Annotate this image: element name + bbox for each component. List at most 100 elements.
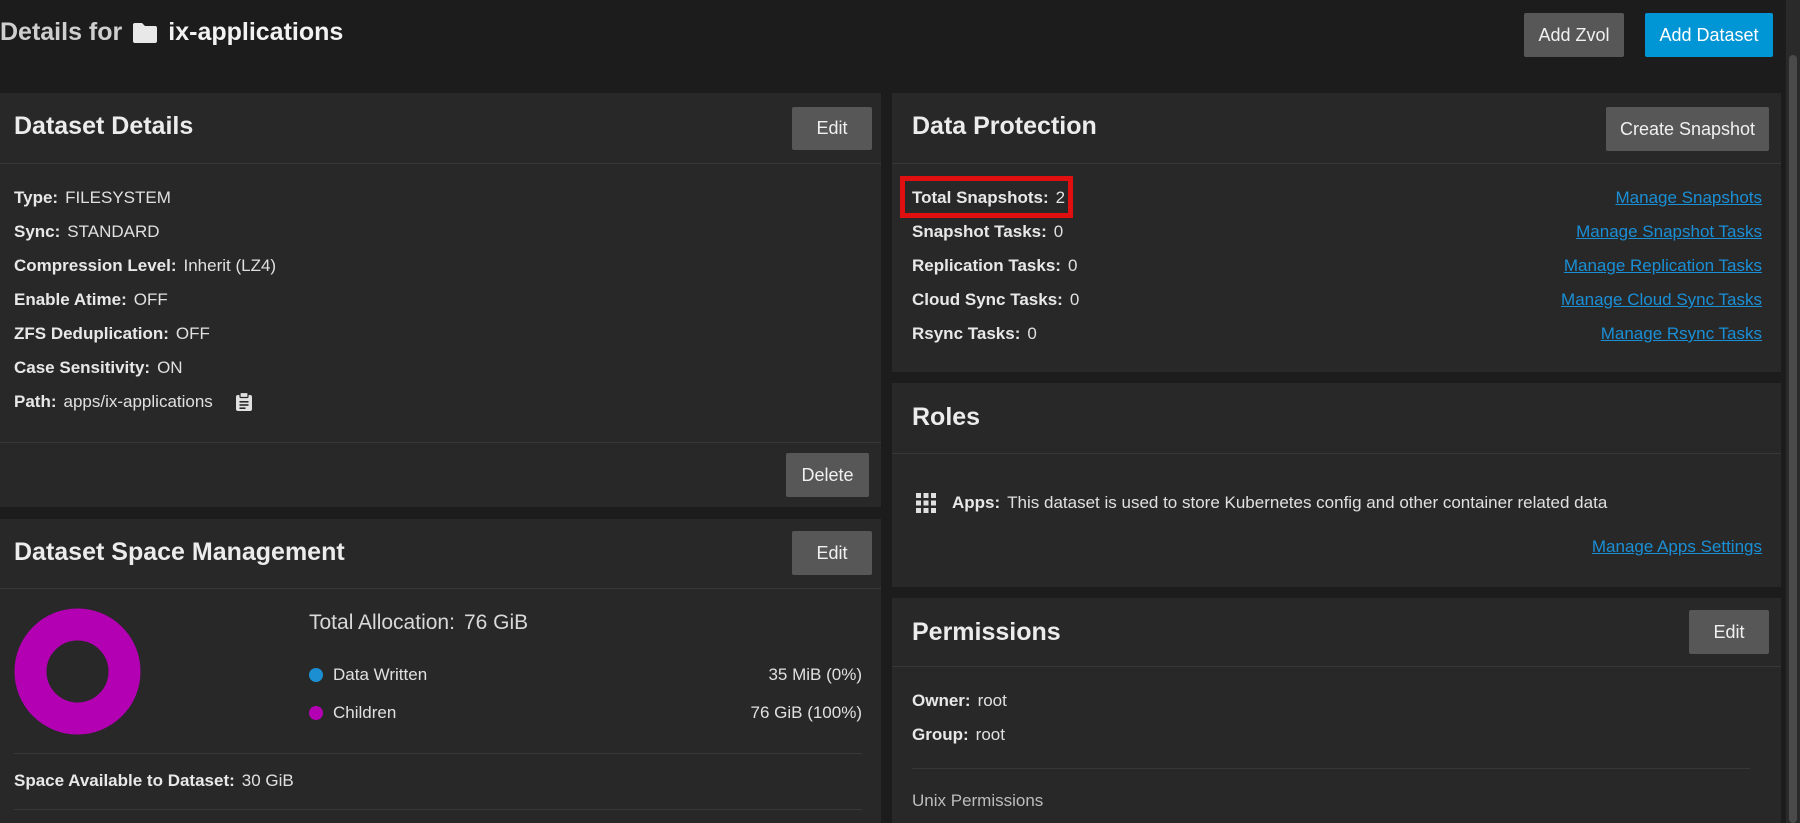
space-available-label: Space Available to Dataset:	[14, 771, 235, 790]
detail-value: FILESYSTEM	[65, 188, 171, 207]
divider	[912, 768, 1750, 769]
legend-item-data-written: Data Written	[309, 665, 427, 685]
divider	[14, 809, 862, 810]
group-label: Group:	[912, 725, 969, 744]
group-row: Group: root	[912, 725, 1005, 745]
manage-cloud-sync-tasks-link[interactable]: Manage Cloud Sync Tasks	[1561, 290, 1762, 310]
detail-value: OFF	[175, 324, 210, 343]
detail-label: Case Sensitivity:	[14, 358, 151, 377]
detail-label: Sync:	[14, 222, 61, 241]
detail-row-path: Path: apps/ix-applications	[14, 392, 253, 412]
protection-row-cloud-sync: Cloud Sync Tasks: 0	[912, 290, 1079, 310]
detail-label: Enable Atime:	[14, 290, 127, 309]
legend-dot	[309, 706, 323, 720]
detail-value: STANDARD	[67, 222, 160, 241]
card-title: Dataset Details	[14, 112, 194, 140]
clipboard-icon[interactable]	[235, 392, 253, 412]
detail-value: apps/ix-applications	[63, 392, 213, 411]
protection-value: 0	[1067, 256, 1078, 275]
detail-row-compression: Compression Level: Inherit (LZ4)	[14, 256, 276, 276]
donut-ring	[14, 608, 141, 735]
protection-value: 2	[1055, 188, 1066, 207]
page-title: Details for ix-applications	[0, 18, 343, 47]
detail-value: ON	[157, 358, 183, 377]
detail-row-sync: Sync: STANDARD	[14, 222, 160, 242]
card-title: Permissions	[912, 618, 1061, 646]
manage-snapshots-link[interactable]: Manage Snapshots	[1616, 188, 1763, 208]
detail-row-type: Type: FILESYSTEM	[14, 188, 171, 208]
detail-label: Path:	[14, 392, 57, 411]
permissions-card: Permissions Edit Owner: root Group: root…	[892, 598, 1781, 823]
protection-row-snapshot-tasks: Snapshot Tasks: 0	[912, 222, 1063, 242]
scrollbar-thumb[interactable]	[1789, 55, 1797, 823]
group-value: root	[975, 725, 1005, 744]
data-protection-card: Data Protection Create Snapshot Total Sn…	[892, 93, 1781, 372]
detail-value: Inherit (LZ4)	[183, 256, 277, 275]
total-allocation-value: 76 GiB	[463, 611, 529, 634]
roles-card: Roles Apps: This dataset is used to stor…	[892, 383, 1781, 587]
protection-row-replication: Replication Tasks: 0	[912, 256, 1077, 276]
protection-row-rsync: Rsync Tasks: 0	[912, 324, 1037, 344]
protection-label: Rsync Tasks:	[912, 324, 1021, 343]
protection-label: Cloud Sync Tasks:	[912, 290, 1063, 309]
apps-role-label: Apps:	[952, 493, 1001, 512]
total-allocation: Total Allocation: 76 GiB	[309, 611, 528, 635]
add-dataset-button[interactable]: Add Dataset	[1645, 13, 1773, 57]
edit-space-button[interactable]: Edit	[792, 531, 872, 575]
total-allocation-label: Total Allocation:	[309, 611, 455, 634]
create-snapshot-button[interactable]: Create Snapshot	[1606, 107, 1769, 151]
protection-value: 0	[1053, 222, 1064, 241]
protection-label: Snapshot Tasks:	[912, 222, 1047, 241]
manage-rsync-tasks-link[interactable]: Manage Rsync Tasks	[1601, 324, 1762, 344]
divider	[0, 163, 881, 164]
legend-value: 76 GiB (100%)	[750, 703, 863, 722]
add-zvol-button[interactable]: Add Zvol	[1524, 13, 1624, 57]
protection-value: 0	[1027, 324, 1037, 343]
space-management-card: Dataset Space Management Edit Total Allo…	[0, 519, 881, 823]
apps-grid-icon	[916, 493, 936, 513]
manage-replication-tasks-link[interactable]: Manage Replication Tasks	[1564, 256, 1762, 276]
legend-label: Data Written	[333, 665, 428, 684]
detail-value: OFF	[133, 290, 168, 309]
detail-label: Type:	[14, 188, 59, 207]
dataset-name: ix-applications	[168, 18, 344, 46]
divider	[14, 753, 862, 754]
divider	[892, 453, 1781, 454]
owner-label: Owner:	[912, 691, 971, 710]
card-title: Dataset Space Management	[14, 538, 345, 566]
owner-value: root	[977, 691, 1007, 710]
protection-label: Replication Tasks:	[912, 256, 1061, 275]
owner-row: Owner: root	[912, 691, 1007, 711]
divider	[0, 442, 881, 443]
manage-apps-settings-link[interactable]: Manage Apps Settings	[1592, 537, 1762, 557]
divider	[0, 588, 881, 589]
space-available: Space Available to Dataset: 30 GiB	[14, 771, 294, 791]
legend-dot	[309, 668, 323, 682]
detail-label: Compression Level:	[14, 256, 177, 275]
delete-button[interactable]: Delete	[786, 453, 869, 497]
edit-permissions-button[interactable]: Edit	[1689, 610, 1769, 654]
divider	[892, 666, 1781, 667]
legend-item-children: Children	[309, 703, 396, 723]
detail-row-case: Case Sensitivity: ON	[14, 358, 183, 378]
detail-label: ZFS Deduplication:	[14, 324, 169, 343]
detail-row-atime: Enable Atime: OFF	[14, 290, 168, 310]
protection-label: Total Snapshots:	[912, 188, 1049, 207]
detail-row-dedup: ZFS Deduplication: OFF	[14, 324, 210, 344]
apps-role-row: Apps: This dataset is used to store Kube…	[916, 493, 1607, 513]
protection-row-snapshots: Total Snapshots: 2	[912, 188, 1065, 208]
unix-permissions-label: Unix Permissions	[912, 791, 1044, 810]
page-title-prefix: Details for	[0, 18, 123, 46]
apps-role-text: This dataset is used to store Kubernetes…	[1007, 493, 1608, 512]
card-title: Data Protection	[912, 112, 1097, 140]
legend-value: 35 MiB (0%)	[768, 665, 862, 684]
edit-details-button[interactable]: Edit	[792, 107, 872, 150]
folder-icon	[133, 22, 158, 43]
dataset-details-card: Dataset Details Edit Type: FILESYSTEM Sy…	[0, 93, 881, 507]
manage-snapshot-tasks-link[interactable]: Manage Snapshot Tasks	[1576, 222, 1762, 242]
space-available-value: 30 GiB	[241, 771, 294, 790]
protection-value: 0	[1069, 290, 1080, 309]
legend-label: Children	[333, 703, 397, 722]
divider	[892, 163, 1781, 164]
card-title: Roles	[912, 403, 981, 431]
